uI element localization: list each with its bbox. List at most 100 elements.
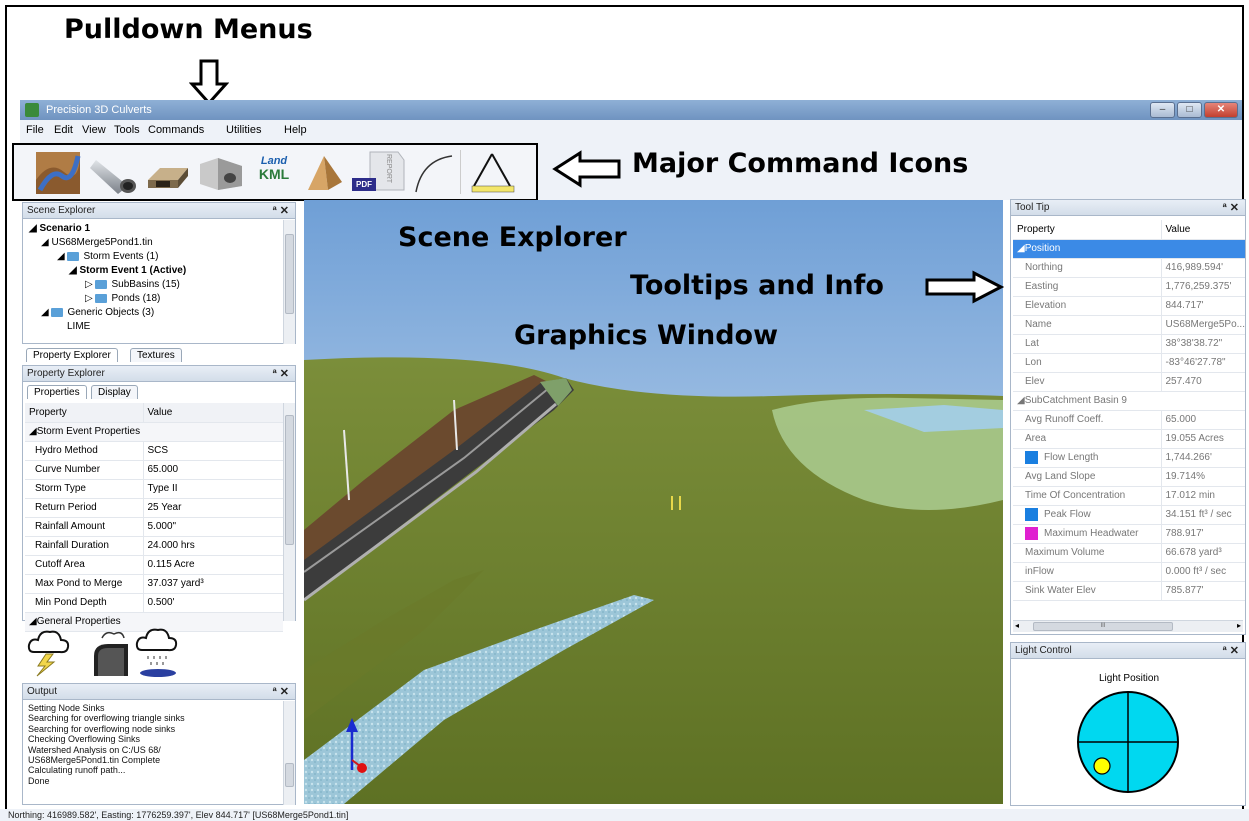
table-row[interactable]: Rainfall Amount 5.000" bbox=[25, 517, 283, 537]
table-row[interactable]: Cutoff Area 0.115 Acre bbox=[25, 555, 283, 575]
close-icon[interactable]: ✕ bbox=[1204, 102, 1238, 118]
menu-commands[interactable]: Commands bbox=[148, 124, 204, 136]
scrollbar-thumb[interactable]: III bbox=[1033, 622, 1173, 631]
prop-value[interactable]: 5.000" bbox=[143, 517, 283, 537]
scrollbar[interactable] bbox=[283, 403, 295, 621]
table-row[interactable]: Avg Land Slope 19.714% bbox=[1013, 467, 1245, 487]
tree-item[interactable]: LIME bbox=[67, 321, 90, 332]
table-row[interactable]: Area 19.055 Acres bbox=[1013, 429, 1245, 449]
prop-value[interactable]: 25 Year bbox=[143, 498, 283, 518]
pin-close-icon[interactable]: ª ✕ bbox=[273, 366, 289, 382]
menu-file[interactable]: File bbox=[26, 124, 44, 136]
table-row[interactable]: Curve Number 65.000 bbox=[25, 460, 283, 480]
menu-help[interactable]: Help bbox=[284, 124, 307, 136]
scrollbar-thumb[interactable] bbox=[285, 234, 294, 314]
table-row[interactable]: Sink Water Elev 785.877' bbox=[1013, 581, 1245, 601]
culvert-pipe-icon[interactable] bbox=[88, 150, 142, 196]
table-row[interactable]: Flow Length 1,744.266' bbox=[1013, 448, 1245, 468]
scroll-left-icon[interactable]: ◂ bbox=[1015, 621, 1019, 630]
tab-display[interactable]: Display bbox=[91, 385, 138, 399]
section-position[interactable]: ◢Position bbox=[1013, 239, 1245, 259]
prop-value[interactable]: SCS bbox=[143, 441, 283, 461]
output-line: Checking Overflowing Sinks bbox=[28, 734, 141, 745]
pin-close-icon[interactable]: ª ✕ bbox=[1223, 643, 1239, 659]
table-row[interactable]: inFlow 0.000 ft³ / sec bbox=[1013, 562, 1245, 582]
tree-item[interactable]: ◢ US68Merge5Pond1.tin bbox=[41, 237, 153, 248]
drainage-cloud-icon[interactable] bbox=[88, 626, 134, 678]
table-row[interactable]: Storm Type Type II bbox=[25, 479, 283, 499]
pdf-report-icon[interactable]: REPORT PDF bbox=[348, 150, 412, 196]
table-row[interactable]: Maximum Volume 66.678 yard³ bbox=[1013, 543, 1245, 563]
table-row[interactable]: Elevation 844.717' bbox=[1013, 296, 1245, 316]
scrollbar-thumb[interactable] bbox=[285, 763, 294, 787]
minimize-icon[interactable]: – bbox=[1150, 102, 1175, 118]
callout-scene-explorer: Scene Explorer bbox=[398, 222, 627, 253]
prop-value[interactable]: Type II bbox=[143, 479, 283, 499]
prop-value: 19.714% bbox=[1161, 467, 1245, 487]
tree-item[interactable]: ◢ Storm Event 1 (Active) bbox=[69, 265, 186, 276]
tree-item[interactable]: ◢ Scenario 1 bbox=[29, 223, 90, 234]
table-row[interactable]: Elev 257.470 bbox=[1013, 372, 1245, 392]
rain-pond-cloud-icon[interactable] bbox=[134, 626, 182, 678]
scrollbar[interactable] bbox=[283, 220, 295, 344]
pin-close-icon[interactable]: ª ✕ bbox=[273, 203, 289, 219]
prop-value[interactable]: 0.115 Acre bbox=[143, 555, 283, 575]
storm-cloud-icon[interactable] bbox=[26, 626, 72, 678]
scrollbar[interactable] bbox=[283, 701, 295, 805]
tree-item[interactable]: ▷ Ponds (18) bbox=[85, 293, 160, 304]
prop-value[interactable]: 65.000 bbox=[143, 460, 283, 480]
table-row[interactable]: Max Pond to Merge 37.037 yard³ bbox=[25, 574, 283, 594]
tab-properties[interactable]: Properties bbox=[27, 385, 87, 399]
tab-property-explorer[interactable]: Property Explorer bbox=[26, 348, 118, 362]
light-position-dial[interactable] bbox=[1075, 689, 1181, 795]
callout-tooltips-and-info: Tooltips and Info bbox=[630, 270, 884, 301]
prop-value[interactable]: 24.000 hrs bbox=[143, 536, 283, 556]
table-row[interactable]: Maximum Headwater 788.917' bbox=[1013, 524, 1245, 544]
table-row[interactable]: Easting 1,776,259.375' bbox=[1013, 277, 1245, 297]
menu-utilities[interactable]: Utilities bbox=[226, 124, 261, 136]
curve-icon[interactable] bbox=[412, 150, 456, 196]
prop-name: Cutoff Area bbox=[25, 555, 144, 575]
land-kml-icon[interactable]: Land KML bbox=[250, 155, 298, 191]
tab-textures[interactable]: Textures bbox=[130, 348, 182, 362]
scroll-right-icon[interactable]: ▸ bbox=[1237, 621, 1241, 630]
section-storm-event[interactable]: ◢Storm Event Properties bbox=[25, 422, 283, 442]
pin-close-icon[interactable]: ª ✕ bbox=[273, 684, 289, 700]
prism-icon[interactable] bbox=[304, 150, 346, 196]
box-culvert-icon[interactable] bbox=[144, 150, 192, 196]
tree-item[interactable]: ◢ Storm Events (1) bbox=[57, 251, 159, 262]
color-swatch[interactable] bbox=[1025, 508, 1038, 521]
color-swatch[interactable] bbox=[1025, 451, 1038, 464]
prop-name: Elevation bbox=[1013, 296, 1162, 316]
table-row[interactable]: Peak Flow 34.151 ft³ / sec bbox=[1013, 505, 1245, 525]
color-swatch[interactable] bbox=[1025, 527, 1038, 540]
table-row[interactable]: Northing 416,989.594' bbox=[1013, 258, 1245, 278]
table-row[interactable]: Rainfall Duration 24.000 hrs bbox=[25, 536, 283, 556]
table-row[interactable]: Min Pond Depth 0.500' bbox=[25, 593, 283, 613]
pin-close-icon[interactable]: ª ✕ bbox=[1223, 200, 1239, 216]
triangle-ruler-icon[interactable] bbox=[470, 150, 516, 196]
table-row[interactable]: Avg Runoff Coeff. 65.000 bbox=[1013, 410, 1245, 430]
prop-value[interactable]: 0.500' bbox=[143, 593, 283, 613]
prop-value: 416,989.594' bbox=[1161, 258, 1245, 278]
table-row[interactable]: Hydro Method SCS bbox=[25, 441, 283, 461]
horizontal-scrollbar[interactable]: ◂ III ▸ bbox=[1013, 620, 1243, 632]
scrollbar-thumb[interactable] bbox=[285, 415, 294, 545]
menu-view[interactable]: View bbox=[82, 124, 106, 136]
tree-item[interactable]: ◢ Generic Objects (3) bbox=[41, 307, 154, 318]
table-row[interactable]: Lat 38°38'38.72" bbox=[1013, 334, 1245, 354]
table-row[interactable]: Time Of Concentration 17.012 min bbox=[1013, 486, 1245, 506]
table-row[interactable]: Return Period 25 Year bbox=[25, 498, 283, 518]
light-handle[interactable] bbox=[1093, 757, 1111, 775]
tree-item[interactable]: ▷ SubBasins (15) bbox=[85, 279, 180, 290]
headwall-icon[interactable] bbox=[196, 150, 246, 196]
section-subcatchment[interactable]: ◢SubCatchment Basin 9 bbox=[1013, 391, 1245, 411]
maximize-icon[interactable]: □ bbox=[1177, 102, 1202, 118]
prop-value[interactable]: 37.037 yard³ bbox=[143, 574, 283, 594]
table-row[interactable]: Name US68Merge5Po... bbox=[1013, 315, 1245, 335]
menu-tools[interactable]: Tools bbox=[114, 124, 140, 136]
table-row[interactable]: Lon -83°46'27.78" bbox=[1013, 353, 1245, 373]
terrain-icon[interactable] bbox=[34, 150, 82, 196]
menu-edit[interactable]: Edit bbox=[54, 124, 73, 136]
report-label: REPORT bbox=[385, 154, 392, 184]
